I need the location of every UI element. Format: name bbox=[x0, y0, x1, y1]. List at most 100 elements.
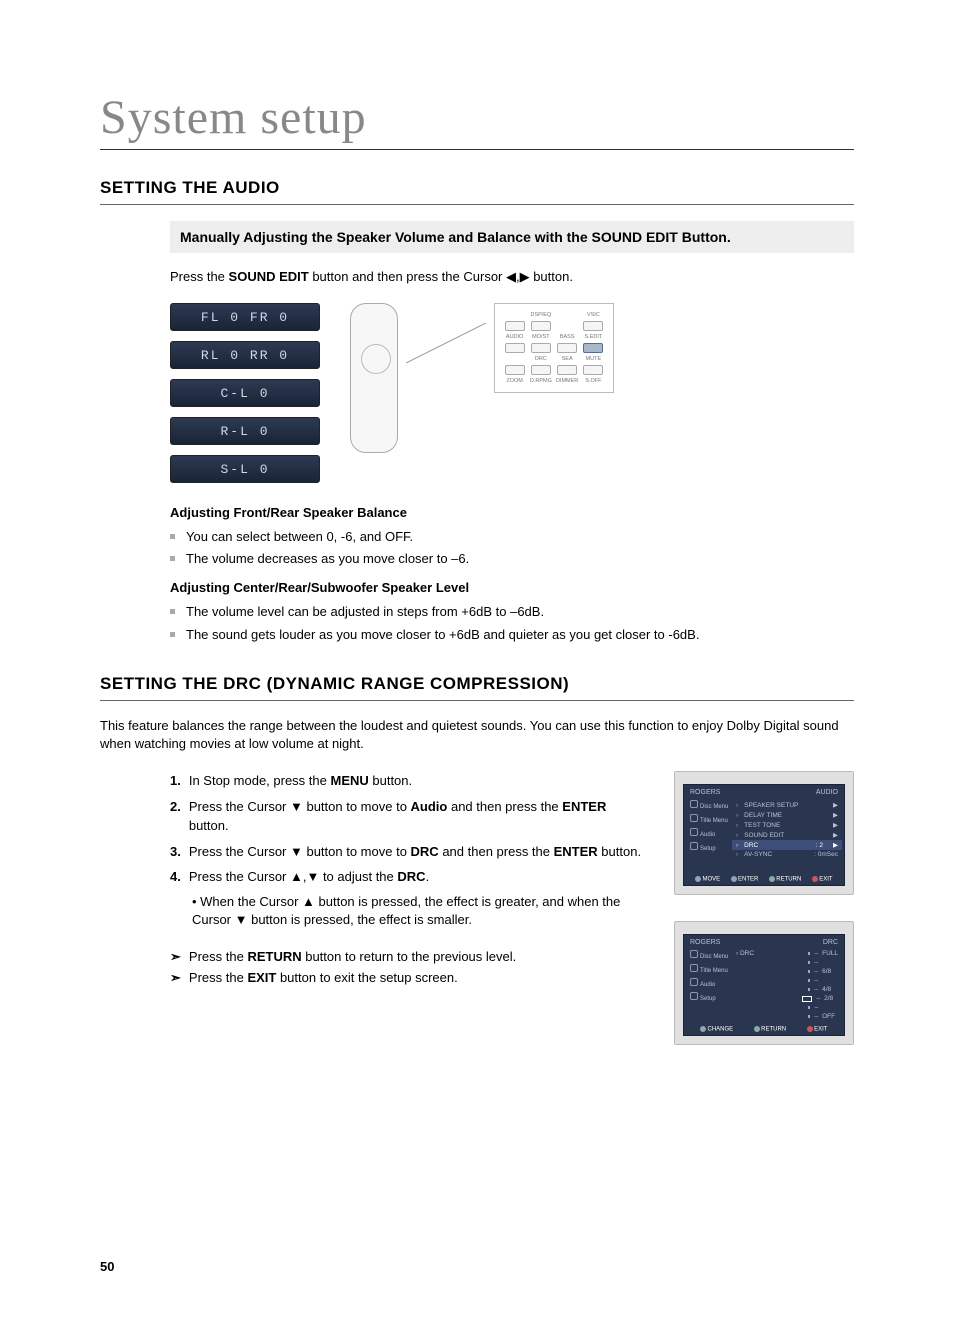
list-item: The volume level can be adjusted in step… bbox=[170, 601, 854, 623]
panel-label: MUTE bbox=[586, 356, 602, 362]
step-pre: Press the Cursor ▼ button to move to bbox=[189, 799, 411, 814]
setup-icon bbox=[690, 842, 698, 850]
tv-menu-val: ▶ bbox=[833, 821, 838, 829]
tv-stack: ROGERS AUDIO Disc Menu Title Menu Audio … bbox=[674, 771, 854, 1045]
tv-footer-item: EXIT bbox=[814, 1026, 827, 1032]
tv-left-item: Audio bbox=[700, 832, 715, 838]
tv-left-item: Title Menu bbox=[700, 818, 728, 824]
panel-label: BASS bbox=[560, 334, 575, 340]
page-number: 50 bbox=[100, 1259, 114, 1274]
exit-post: button to exit the setup screen. bbox=[276, 970, 457, 985]
setup-icon bbox=[690, 992, 698, 1000]
tv-menu-item: AV-SYNC bbox=[744, 851, 772, 858]
panel-button bbox=[505, 365, 525, 375]
panel-button bbox=[505, 321, 525, 331]
tv-menu-val: : 0mSec bbox=[814, 851, 838, 858]
steps-list: 1. In Stop mode, press the MENU button. … bbox=[170, 771, 646, 988]
tv-menu-item: SPEAKER SETUP bbox=[744, 802, 798, 809]
display-stack: FL 0 FR 0 RL 0 RR 0 C-L 0 R-L 0 S-L 0 bbox=[170, 303, 320, 483]
tv-menu-val: ▶ bbox=[833, 801, 838, 809]
tv-footer-item: RETURN bbox=[776, 876, 801, 882]
exit-line: ➣ Press the EXIT button to exit the setu… bbox=[170, 968, 646, 989]
intro-line: Press the SOUND EDIT button and then pre… bbox=[170, 269, 854, 285]
step-text: In Stop mode, press the MENU button. bbox=[189, 771, 412, 791]
list-item: The sound gets louder as you move closer… bbox=[170, 624, 854, 646]
bullet-list: You can select between 0, -6, and OFF. T… bbox=[170, 526, 854, 570]
tv-menu-item: DELAY TIME bbox=[744, 812, 782, 819]
tv-footer-item: EXIT bbox=[819, 876, 832, 882]
panel-label: S.EDIT bbox=[585, 334, 603, 340]
connector-line bbox=[406, 303, 486, 383]
step-sub: • When the Cursor ▲ button is pressed, t… bbox=[192, 893, 646, 929]
section-heading-drc: SETTING THE DRC (DYNAMIC RANGE COMPRESSI… bbox=[100, 674, 854, 701]
figure-row: FL 0 FR 0 RL 0 RR 0 C-L 0 R-L 0 S-L 0 DS… bbox=[170, 303, 854, 483]
step-item: 1. In Stop mode, press the MENU button. bbox=[170, 771, 646, 791]
step-post: and then press the bbox=[447, 799, 562, 814]
tv-left-menu: Disc Menu Title Menu Audio Setup bbox=[690, 950, 732, 1020]
lcd-display: RL 0 RR 0 bbox=[170, 341, 320, 369]
panel-button bbox=[531, 321, 551, 331]
drc-scale: –FULL – –6/8 – –4/8 –2/8 – –OFF bbox=[808, 950, 838, 1020]
step-text: Press the Cursor ▼ button to move to DRC… bbox=[189, 842, 641, 862]
tv-illustration-drc: ROGERS DRC Disc Menu Title Menu Audio Se… bbox=[674, 921, 854, 1045]
tv-screen: ROGERS DRC Disc Menu Title Menu Audio Se… bbox=[683, 934, 845, 1036]
tv-menu: ›SPEAKER SETUP▶ ›DELAY TIME▶ ›TEST TONE▶… bbox=[736, 800, 838, 859]
button-panel: DSP/EQVSIC AUDIOMO/STBASSS.EDIT DRCSEAMU… bbox=[494, 303, 614, 393]
section-desc: This feature balances the range between … bbox=[100, 717, 854, 753]
tv-footer-item: MOVE bbox=[702, 876, 720, 882]
panel-button bbox=[557, 343, 577, 353]
exit-pre: Press the bbox=[189, 970, 248, 985]
arrow-icon: ➣ bbox=[170, 968, 181, 989]
tv-screen: ROGERS AUDIO Disc Menu Title Menu Audio … bbox=[683, 784, 845, 886]
step-pre: Press the Cursor ▼ button to move to bbox=[189, 844, 411, 859]
lcd-display: C-L 0 bbox=[170, 379, 320, 407]
return-pre: Press the bbox=[189, 949, 248, 964]
tv-footer: MOVE ENTER RETURN EXIT bbox=[690, 876, 838, 883]
tv-footer: CHANGE RETURN EXIT bbox=[690, 1026, 838, 1033]
subtitle-bar: Manually Adjusting the Speaker Volume an… bbox=[170, 221, 854, 253]
step-bold: Audio bbox=[411, 799, 448, 814]
panel-button bbox=[583, 365, 603, 375]
step-number: 4. bbox=[170, 867, 181, 887]
step-item: 2. Press the Cursor ▼ button to move to … bbox=[170, 797, 646, 836]
sound-edit-button-highlight bbox=[583, 343, 603, 353]
disc-icon bbox=[690, 950, 698, 958]
move-icon bbox=[695, 876, 701, 882]
exit-icon bbox=[812, 876, 818, 882]
step-number: 2. bbox=[170, 797, 181, 836]
lcd-display: FL 0 FR 0 bbox=[170, 303, 320, 331]
step-post: and then press the bbox=[439, 844, 554, 859]
scale-label: OFF bbox=[822, 1013, 835, 1020]
tv-left-item: Disc Menu bbox=[700, 954, 728, 960]
arrow-icon: ➣ bbox=[170, 947, 181, 968]
panel-label: DSP/EQ bbox=[530, 312, 551, 318]
step-number: 3. bbox=[170, 842, 181, 862]
panel-label: D.RPMG bbox=[530, 378, 552, 384]
tv-corner: DRC bbox=[823, 939, 838, 946]
intro-bold: SOUND EDIT bbox=[229, 269, 309, 284]
drc-row: 1. In Stop mode, press the MENU button. … bbox=[100, 771, 854, 1045]
tv-corner: AUDIO bbox=[816, 789, 838, 796]
panel-label: DIMMER bbox=[556, 378, 578, 384]
tv-brand: ROGERS bbox=[690, 939, 720, 946]
tv-footer-item: CHANGE bbox=[707, 1026, 733, 1032]
tv-left-menu: Disc Menu Title Menu Audio Setup bbox=[690, 800, 732, 859]
return-line: ➣ Press the RETURN button to return to t… bbox=[170, 947, 646, 968]
enter-icon bbox=[731, 876, 737, 882]
page-title: System setup bbox=[100, 90, 854, 150]
disc-icon bbox=[690, 800, 698, 808]
step-post: . bbox=[426, 869, 430, 884]
lcd-display: R-L 0 bbox=[170, 417, 320, 445]
panel-button bbox=[505, 343, 525, 353]
tv-menu-item-highlight: DRC bbox=[744, 842, 758, 849]
tv-menu-item: DRC bbox=[740, 950, 754, 957]
panel-button bbox=[531, 365, 551, 375]
step-post: button. bbox=[598, 844, 641, 859]
step-item: 3. Press the Cursor ▼ button to move to … bbox=[170, 842, 646, 862]
sub-heading-level: Adjusting Center/Rear/Subwoofer Speaker … bbox=[170, 580, 854, 595]
scale-label: FULL bbox=[822, 950, 838, 957]
exit-icon bbox=[807, 1026, 813, 1032]
tv-menu-val: ▶ bbox=[833, 811, 838, 819]
panel-label: AUDIO bbox=[506, 334, 523, 340]
step-post: button. bbox=[369, 773, 412, 788]
